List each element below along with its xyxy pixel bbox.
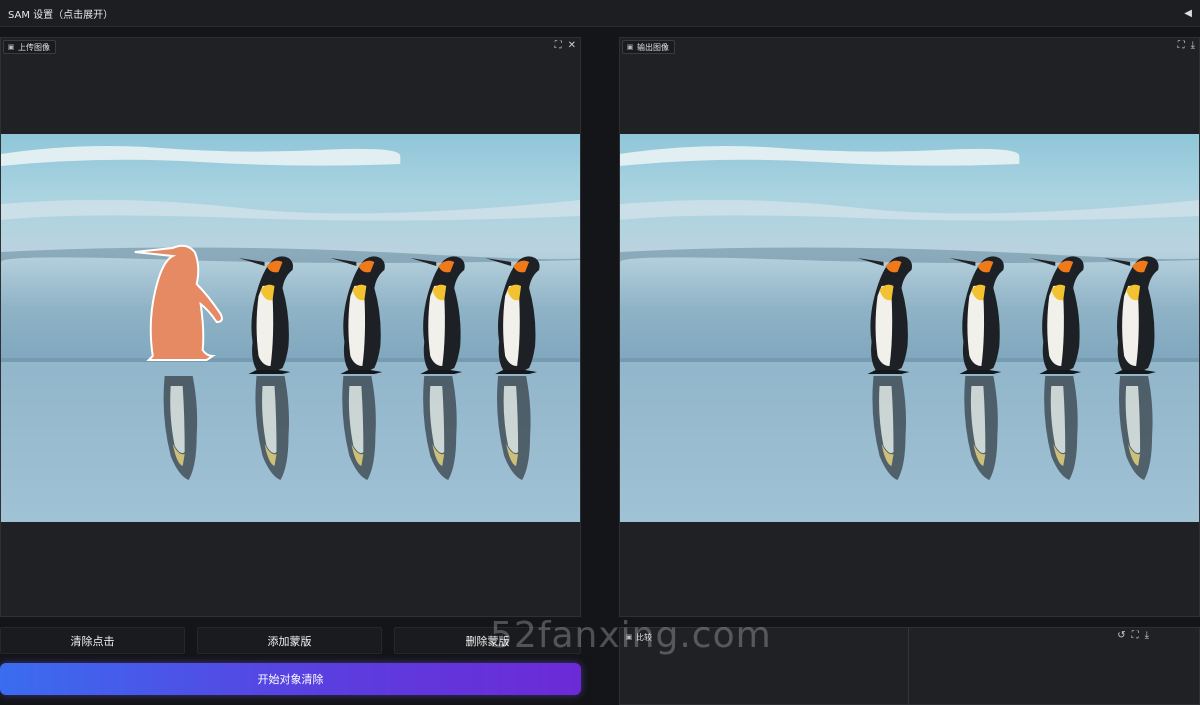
output-image-label-text: 输出图像 [637, 42, 669, 52]
download-icon[interactable]: ⤓ [1145, 630, 1149, 642]
output-image-panel[interactable]: ▣ 输出图像 ⛶ ⤓ [619, 37, 1200, 617]
image-icon: ▣ [7, 43, 15, 51]
compare-divider [908, 628, 909, 705]
input-image-label: ▣ 上传图像 [3, 40, 56, 54]
input-image-toolbar: ⛶ ✕ [555, 40, 576, 52]
compare-label-text: 比较 [636, 632, 652, 642]
close-icon[interactable]: ✕ [568, 40, 576, 52]
output-image-label: ▣ 输出图像 [622, 40, 675, 54]
input-image[interactable] [1, 134, 580, 522]
sam-settings-title: SAM 设置（点击展开） [8, 9, 114, 21]
clear-points-button[interactable]: 清除点击 [0, 627, 185, 654]
output-image-toolbar: ⛶ ⤓ [1178, 40, 1195, 52]
output-image [620, 134, 1199, 522]
compare-toolbar: ↺ ⛶ ⤓ [1117, 630, 1149, 642]
fullscreen-icon[interactable]: ⛶ [555, 40, 562, 52]
add-mask-button[interactable]: 添加蒙版 [197, 627, 382, 654]
fullscreen-icon[interactable]: ⛶ [1132, 630, 1139, 642]
input-image-label-text: 上传图像 [18, 42, 50, 52]
undo-icon[interactable]: ↺ [1117, 630, 1125, 642]
fullscreen-icon[interactable]: ⛶ [1178, 40, 1185, 52]
image-icon: ▣ [626, 43, 634, 51]
input-image-panel[interactable]: ▣ 上传图像 ⛶ ✕ [0, 37, 581, 617]
delete-mask-button[interactable]: 删除蒙版 [394, 627, 581, 654]
compare-label: ▣ 比较 [622, 630, 657, 644]
start-object-removal-button[interactable]: 开始对象清除 [0, 663, 581, 695]
sam-settings-bar[interactable]: SAM 设置（点击展开） ◀ [0, 0, 1200, 27]
collapse-arrow-icon[interactable]: ◀ [1184, 8, 1192, 19]
image-icon: ▣ [625, 633, 633, 641]
download-icon[interactable]: ⤓ [1191, 40, 1195, 52]
compare-panel[interactable]: ▣ 比较 ↺ ⛶ ⤓ [619, 627, 1200, 705]
